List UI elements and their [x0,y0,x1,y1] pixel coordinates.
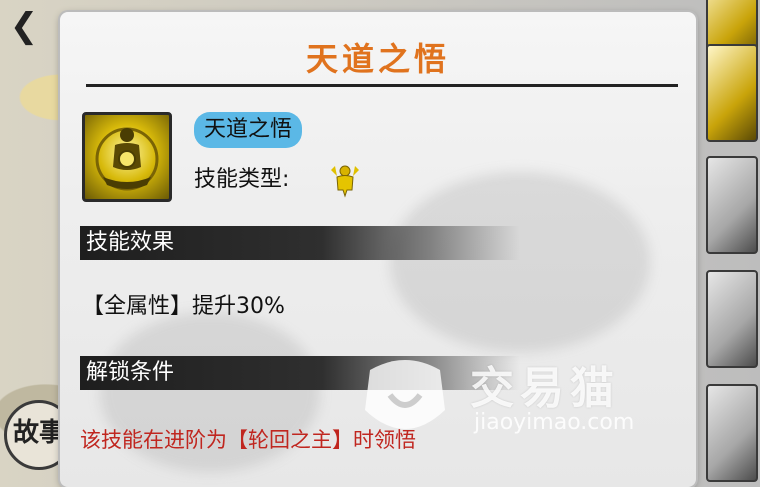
skill-name-badge: 天道之悟 [194,112,303,148]
skill-icon [82,112,172,202]
watermark-brand-en: jiaoyimao.com [474,410,635,435]
watermark-brand-cn: 交易猫 [470,363,620,414]
dialog-title: 天道之悟 [305,40,450,78]
golden-figure-icon [325,162,365,198]
story-label: 故事 [12,418,65,448]
ink-decoration [390,172,650,352]
cat-logo-icon [365,360,445,429]
effect-section-header: 技能效果 [80,226,520,260]
side-skill-thumb[interactable] [706,44,758,142]
skill-type-label: 技能类型: [194,167,290,192]
side-skill-thumb[interactable] [706,156,758,254]
effect-text: 【全属性】提升30% [82,294,285,319]
side-skill-thumb[interactable] [706,270,758,368]
title-divider [86,84,678,87]
meditating-figure-icon [95,127,159,191]
watermark: 交易猫 jiaoyimao.com [340,340,640,450]
side-skill-list [706,0,758,487]
side-skill-thumb[interactable] [706,384,758,482]
back-arrow-icon[interactable]: ❮ [6,6,42,46]
